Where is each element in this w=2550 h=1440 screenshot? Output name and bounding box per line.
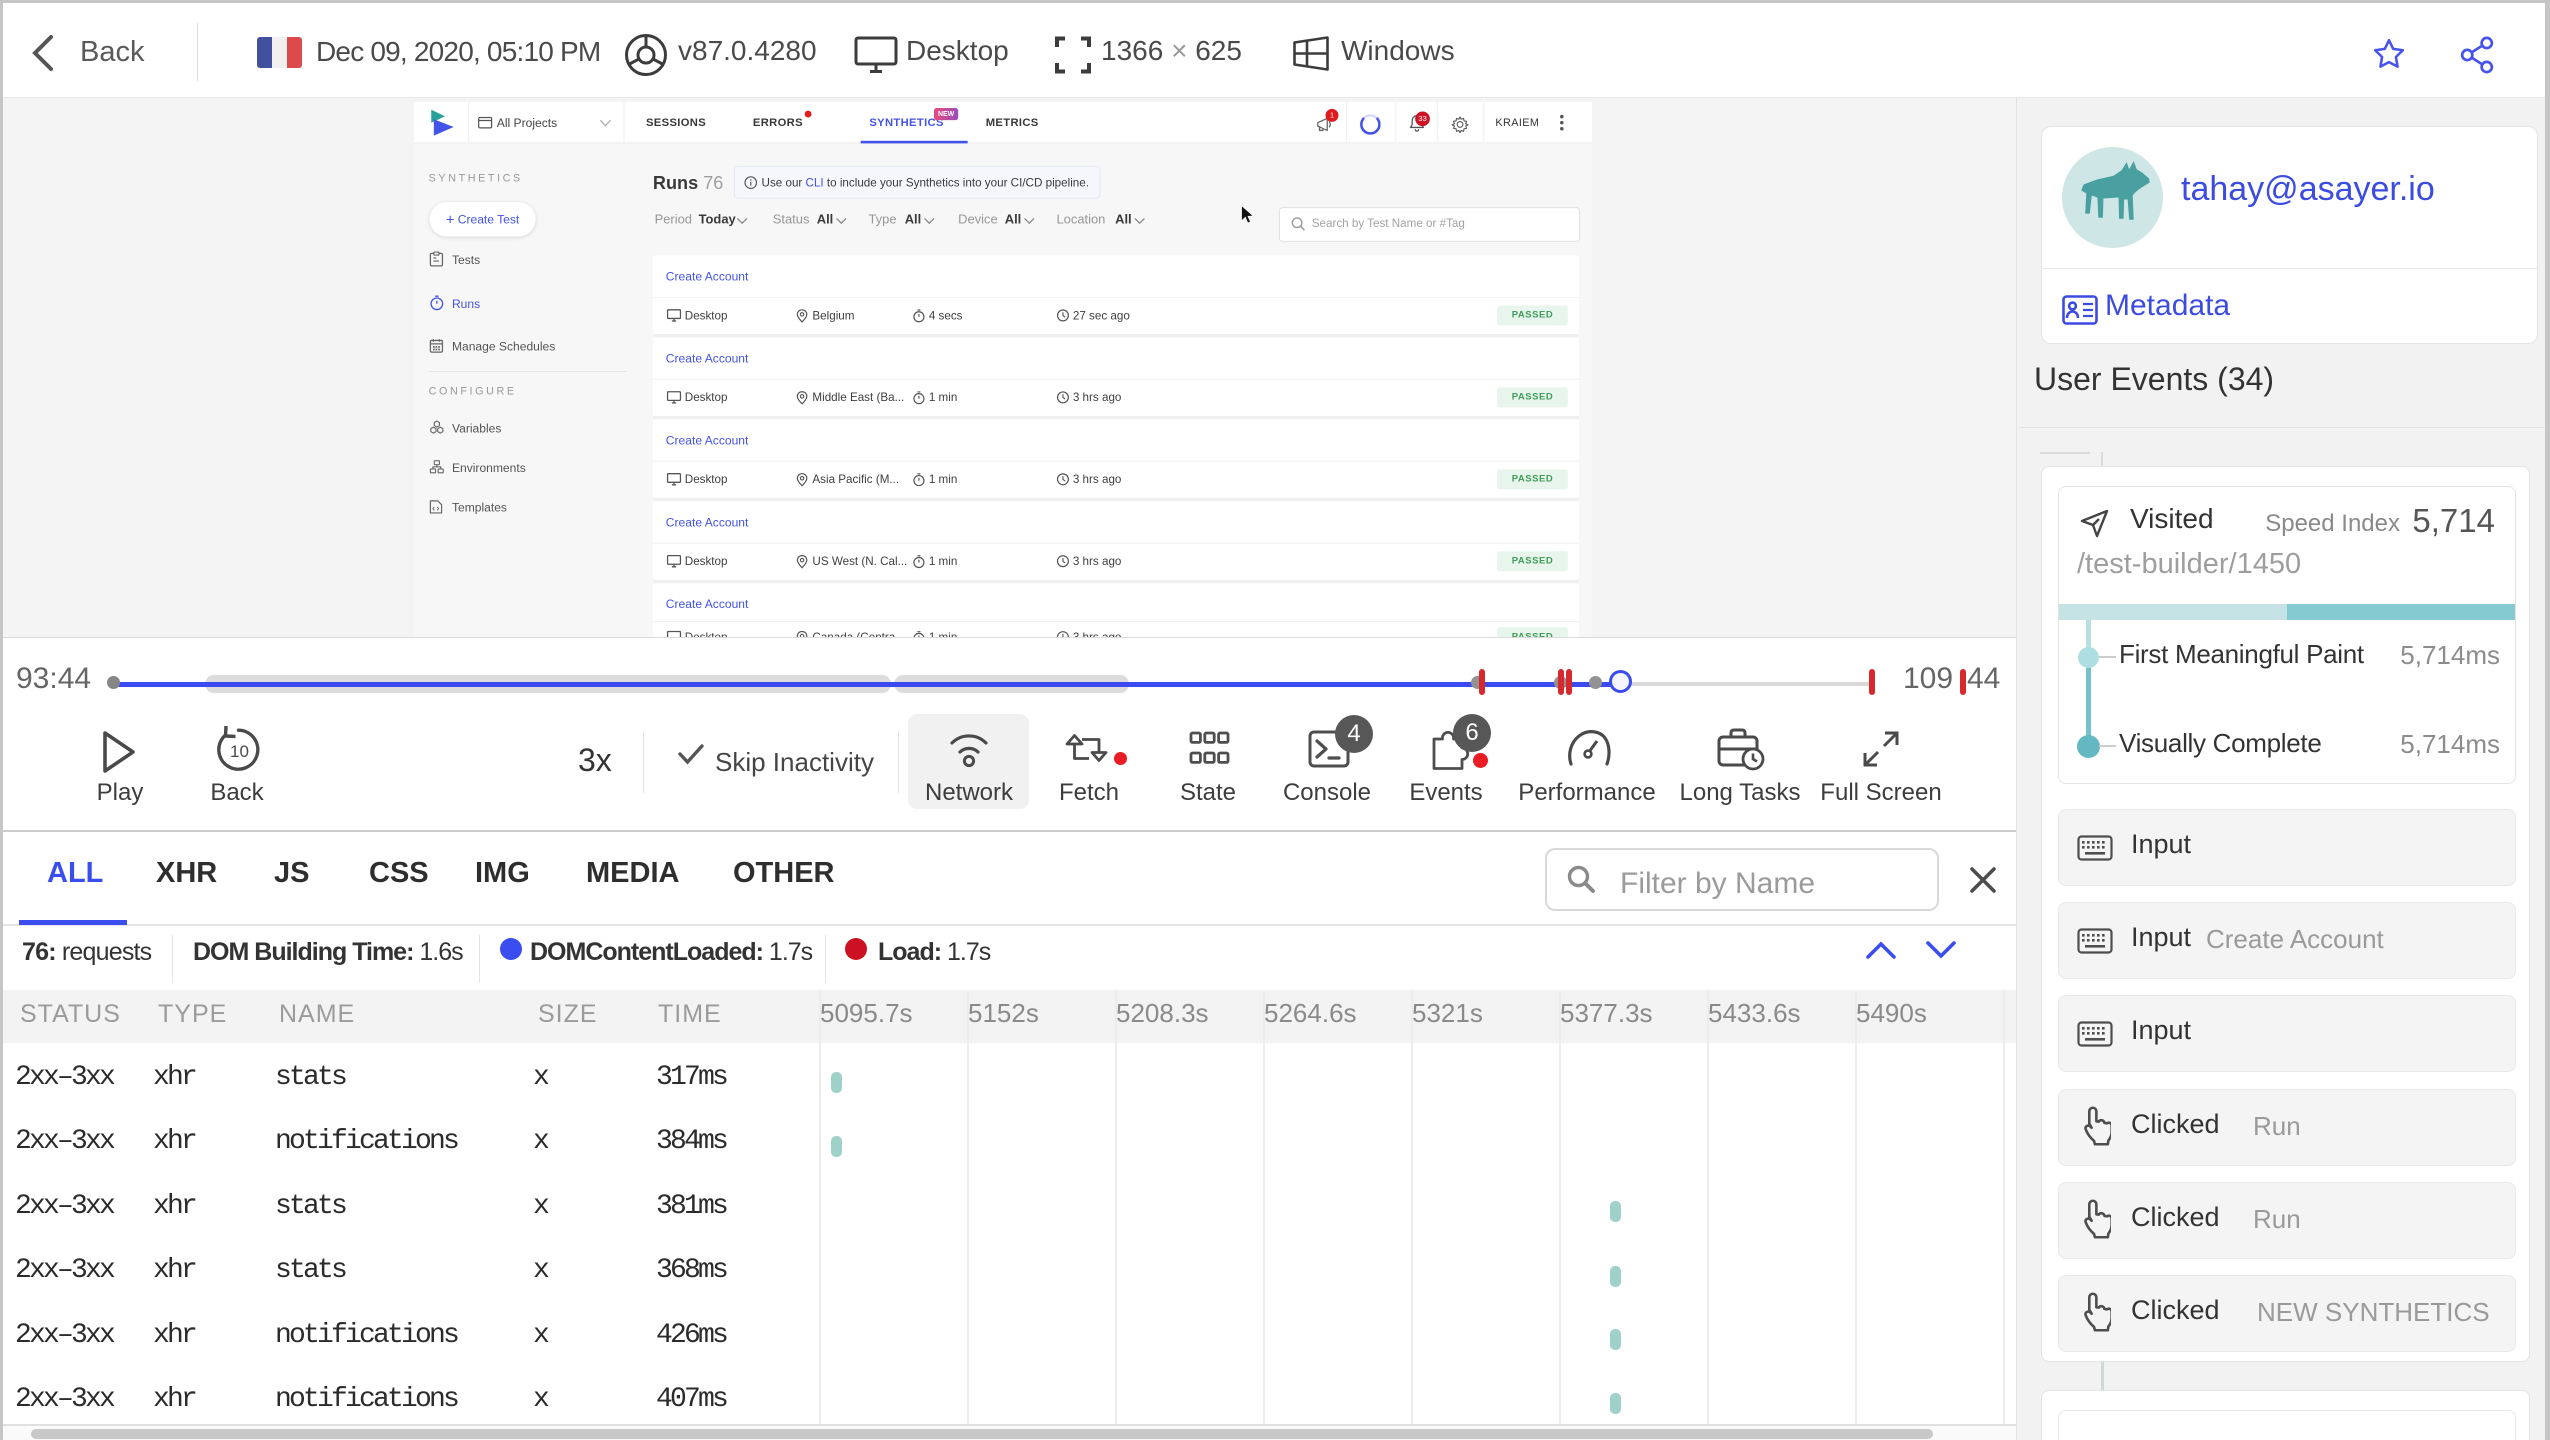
svg-text:10: 10 bbox=[230, 742, 249, 761]
